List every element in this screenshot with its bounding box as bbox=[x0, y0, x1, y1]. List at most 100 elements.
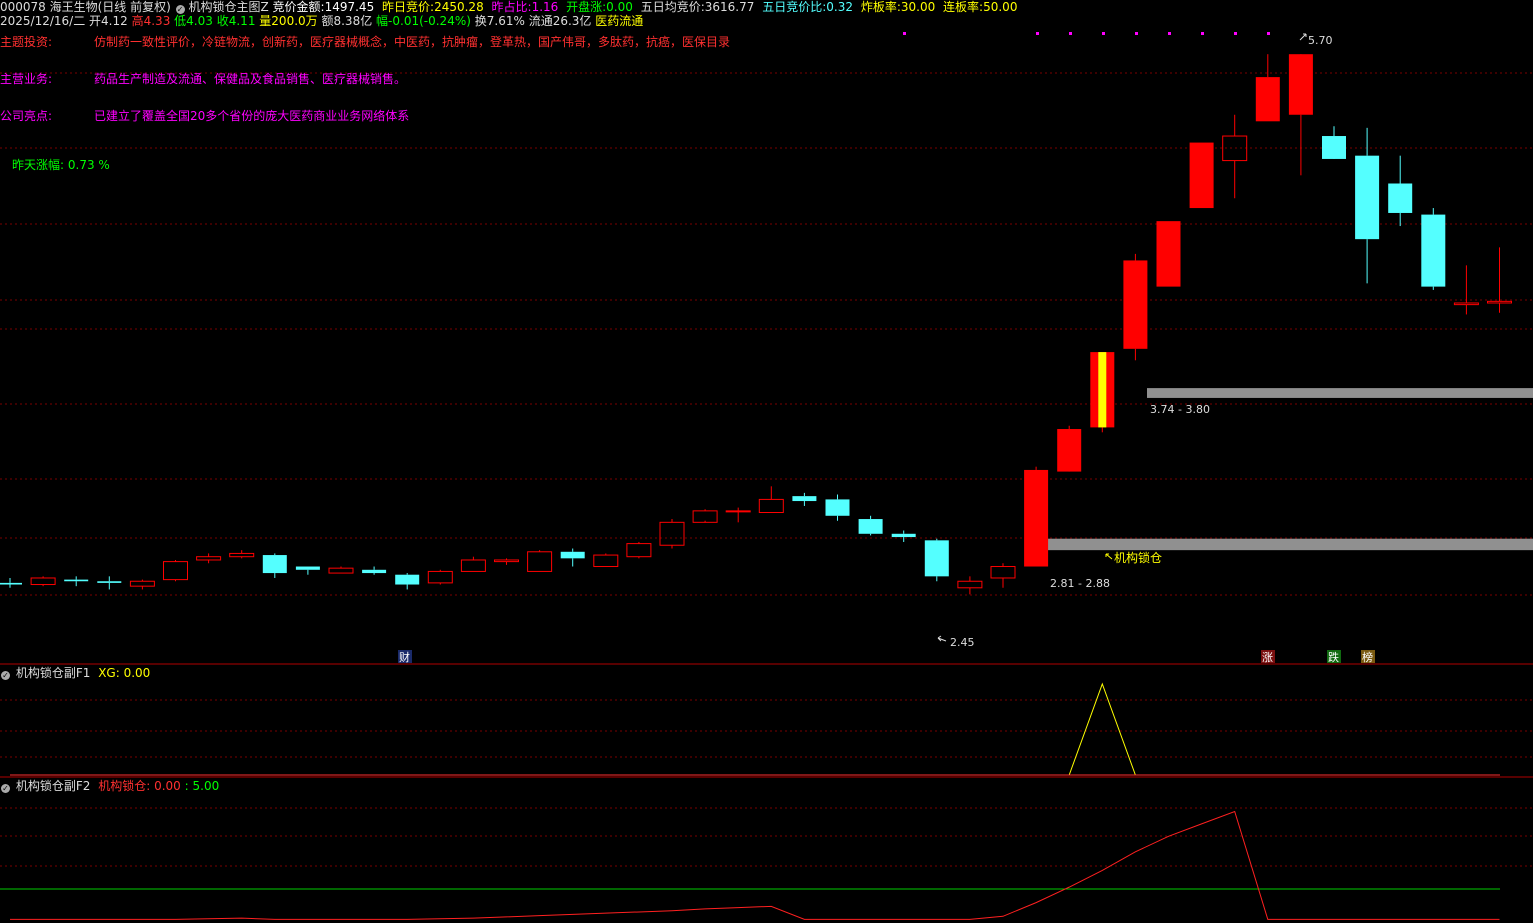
candle bbox=[262, 553, 287, 578]
candle-body bbox=[494, 559, 519, 563]
candle bbox=[1123, 253, 1148, 361]
svg-text:财: 财 bbox=[399, 650, 410, 664]
candle bbox=[527, 550, 553, 572]
candle-body bbox=[725, 510, 751, 513]
panel1-xg-label: XG: bbox=[98, 666, 120, 680]
candle bbox=[1024, 466, 1049, 567]
yesterday-label: 昨天涨幅: bbox=[12, 158, 65, 172]
candle bbox=[1090, 352, 1115, 433]
signal-dot bbox=[1069, 32, 1072, 35]
candle-body bbox=[990, 566, 1016, 579]
lock-band bbox=[1048, 538, 1533, 551]
candle bbox=[792, 492, 817, 506]
panel1-toggle-icon[interactable]: ✓ bbox=[1, 671, 10, 680]
candle-body bbox=[891, 533, 916, 538]
signal-dot bbox=[1267, 32, 1270, 35]
panel1-title[interactable]: 机构锁仓副F1 bbox=[16, 666, 91, 680]
signal-dot bbox=[1102, 32, 1105, 35]
candle bbox=[1421, 208, 1446, 290]
candle-body bbox=[163, 561, 188, 581]
candle bbox=[924, 538, 949, 582]
candle bbox=[1189, 142, 1214, 209]
candle bbox=[1487, 247, 1512, 313]
candle-body bbox=[1355, 155, 1380, 240]
candle bbox=[692, 509, 718, 523]
candle-body bbox=[0, 582, 22, 585]
candle-body bbox=[1189, 142, 1214, 209]
candle bbox=[1322, 126, 1346, 159]
candle bbox=[659, 519, 685, 549]
candle-body bbox=[1024, 469, 1049, 567]
panel1-xg-value: 0.00 bbox=[123, 666, 151, 680]
candle-body bbox=[1322, 136, 1346, 159]
candle bbox=[229, 550, 255, 559]
badge-rank[interactable]: 榜 bbox=[1361, 650, 1375, 664]
candle bbox=[1057, 425, 1082, 472]
candle-body bbox=[825, 499, 850, 516]
svg-text:涨: 涨 bbox=[1262, 651, 1273, 664]
panel2-toggle-icon[interactable]: ✓ bbox=[1, 784, 10, 793]
candle-body bbox=[30, 577, 56, 586]
panel2-lock-value: 0.00 bbox=[154, 779, 181, 793]
lock-signal-stripe bbox=[1098, 352, 1107, 428]
candle-body bbox=[957, 580, 983, 589]
candle-body bbox=[1156, 221, 1181, 287]
theme-row: 主题投资: 仿制药一致性评价，冷链物流，创新药，医疗器械概念，中医药，抗肿瘤，登… bbox=[0, 34, 1000, 50]
high-price-label: 5.70 bbox=[1308, 34, 1333, 47]
candle bbox=[1222, 114, 1248, 199]
candle bbox=[990, 563, 1016, 588]
candle bbox=[163, 559, 188, 582]
candle bbox=[957, 576, 983, 595]
candle-body bbox=[758, 498, 784, 514]
kline-chart[interactable]: 5.70 2.45 3.74 - 3.80 2.81 - 2.88 机构锁仓 财… bbox=[0, 0, 1533, 923]
candle bbox=[362, 566, 387, 575]
candle-body bbox=[1123, 260, 1148, 349]
candle-body bbox=[427, 570, 453, 584]
panel2-level-value: 5.00 bbox=[192, 779, 220, 793]
candle bbox=[1255, 54, 1280, 122]
candle bbox=[395, 573, 420, 590]
business-label: 主营业务: bbox=[0, 72, 53, 86]
f2-gridlines bbox=[0, 807, 1533, 867]
candle bbox=[758, 486, 784, 514]
lock-signal-label: 机构锁仓 bbox=[1114, 550, 1162, 565]
highlight-value: 已建立了覆盖全国20多个省份的庞大医药商业业务网络体系 bbox=[94, 109, 410, 123]
candle-body bbox=[1288, 54, 1313, 115]
candle bbox=[328, 566, 354, 574]
candle bbox=[196, 553, 222, 564]
band-lower-label: 2.81 - 2.88 bbox=[1050, 577, 1110, 590]
panel2-sep: : bbox=[184, 779, 189, 793]
f1-xg-line bbox=[10, 682, 1500, 776]
candle bbox=[129, 579, 155, 590]
candle-body bbox=[560, 551, 585, 559]
candle bbox=[560, 548, 585, 567]
candles-layer bbox=[0, 54, 1512, 595]
candle bbox=[593, 553, 619, 568]
candle-body bbox=[196, 556, 222, 561]
candle-body bbox=[626, 543, 652, 558]
candle bbox=[1156, 221, 1181, 287]
candle-body bbox=[527, 551, 553, 572]
candle-body bbox=[262, 555, 287, 574]
yesterday-row: 昨天涨幅: 0.73 % bbox=[12, 157, 110, 173]
price-gridlines bbox=[0, 72, 1533, 596]
signal-dot bbox=[1201, 32, 1204, 35]
low-arrow-icon bbox=[937, 635, 947, 642]
badge-rise[interactable]: 涨 bbox=[1261, 650, 1275, 664]
candle bbox=[427, 569, 453, 585]
low-price-label: 2.45 bbox=[950, 636, 975, 649]
candle bbox=[626, 541, 652, 559]
lock-bands bbox=[1048, 388, 1533, 551]
svg-text:跌: 跌 bbox=[1328, 650, 1339, 664]
candle-body bbox=[129, 580, 155, 587]
theme-value: 仿制药一致性评价，冷链物流，创新药，医疗器械概念，中医药，抗肿瘤，登革热，国产伟… bbox=[94, 35, 731, 49]
candle bbox=[1288, 54, 1313, 176]
badge-fall[interactable]: 跌 bbox=[1327, 650, 1341, 664]
panel2-title[interactable]: 机构锁仓副F2 bbox=[16, 779, 91, 793]
highlight-label: 公司亮点: bbox=[0, 109, 53, 123]
badge-finance[interactable]: 财 bbox=[398, 650, 412, 664]
panel1-title-bar: ✓ 机构锁仓副F1 XG: 0.00 bbox=[0, 665, 150, 681]
candle-body bbox=[295, 566, 320, 570]
candle bbox=[295, 566, 320, 575]
signal-dot bbox=[1234, 32, 1237, 35]
